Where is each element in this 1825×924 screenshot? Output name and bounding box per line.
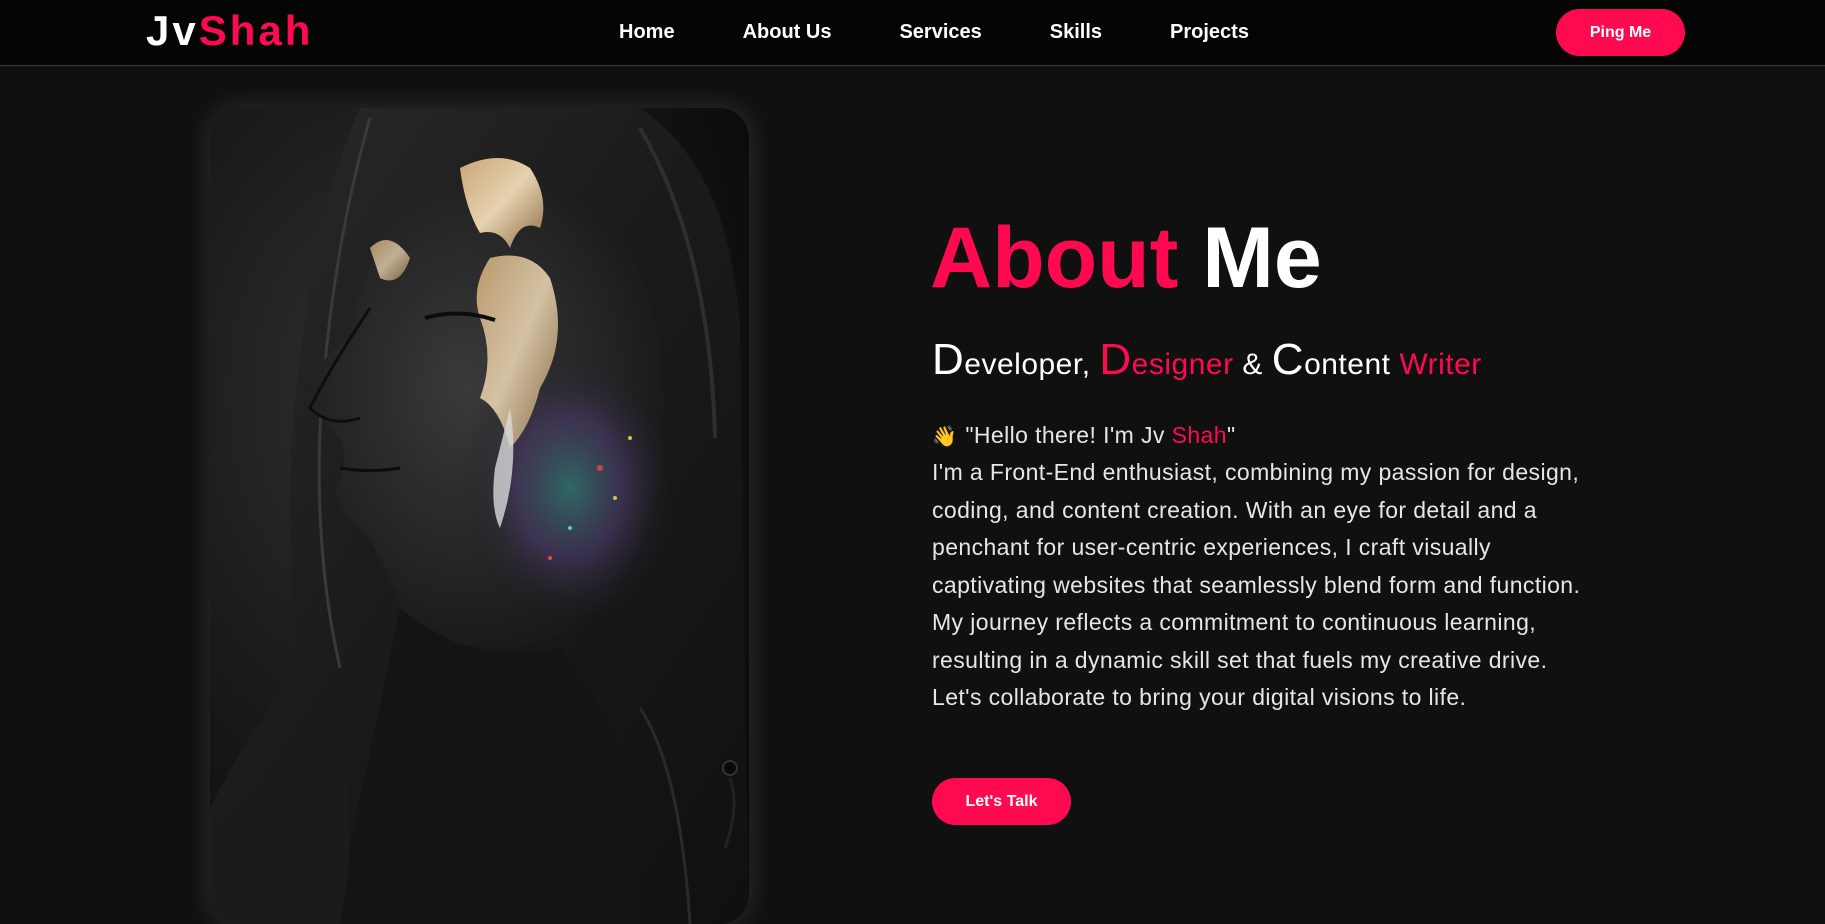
about-heading-second: Me: [1202, 210, 1322, 306]
bio-line: resulting in a dynamic skill set that fu…: [932, 646, 1548, 673]
role-writer: Writer: [1399, 348, 1482, 381]
logo-first-part: Jv: [146, 7, 199, 54]
bio-line: penchant for user-centric experiences, I…: [932, 534, 1491, 560]
main-nav: Home About Us Services Skills Projects: [619, 0, 1249, 64]
role-designer-initial: D: [1099, 335, 1132, 384]
role-ampersand: &: [1242, 348, 1263, 381]
profile-portrait-image: [210, 108, 749, 924]
bio-line: Let's collaborate to bring your digital …: [932, 684, 1467, 710]
bio-line: captivating websites that seamlessly ble…: [932, 571, 1581, 598]
waving-hand-icon: 👋: [932, 426, 958, 448]
bio-paragraph: I'm a Front-End enthusiast, combining my…: [932, 454, 1652, 717]
nav-about-us[interactable]: About Us: [743, 21, 832, 44]
top-navbar: JvShah Home About Us Services Skills Pro…: [0, 0, 1825, 66]
bio-line: I'm a Front-End enthusiast, combining my…: [932, 459, 1580, 485]
portrait-illustration: [210, 108, 749, 924]
bio-line: My journey reflects a commitment to cont…: [932, 609, 1537, 635]
greeting-suffix: ": [1226, 422, 1236, 448]
nav-skills[interactable]: Skills: [1050, 21, 1102, 44]
nav-services[interactable]: Services: [899, 21, 981, 44]
role-content-initial: C: [1271, 335, 1305, 384]
bio-line: coding, and content creation. With an ey…: [932, 496, 1537, 523]
roles-subtitle: Developer, Designer & Content Writer: [932, 335, 1482, 390]
greeting-line: 👋 "Hello there! I'm Jv Shah": [932, 417, 1236, 457]
about-heading: About Me: [930, 208, 1322, 308]
site-logo[interactable]: JvShah: [146, 8, 313, 54]
lets-talk-button[interactable]: Let's Talk: [932, 778, 1071, 825]
logo-second-part: Shah: [198, 7, 314, 54]
role-designer-rest: esigner: [1131, 348, 1234, 381]
greeting-name: Shah: [1171, 422, 1227, 448]
greeting-prefix: "Hello there! I'm Jv: [965, 422, 1172, 448]
nav-projects[interactable]: Projects: [1170, 21, 1249, 44]
role-content-rest: ontent: [1304, 348, 1391, 381]
about-heading-first: About: [930, 210, 1179, 306]
role-developer-initial: D: [932, 335, 965, 384]
nav-home[interactable]: Home: [619, 21, 675, 44]
ping-me-button[interactable]: Ping Me: [1556, 9, 1685, 56]
role-developer-rest: eveloper,: [964, 348, 1091, 381]
